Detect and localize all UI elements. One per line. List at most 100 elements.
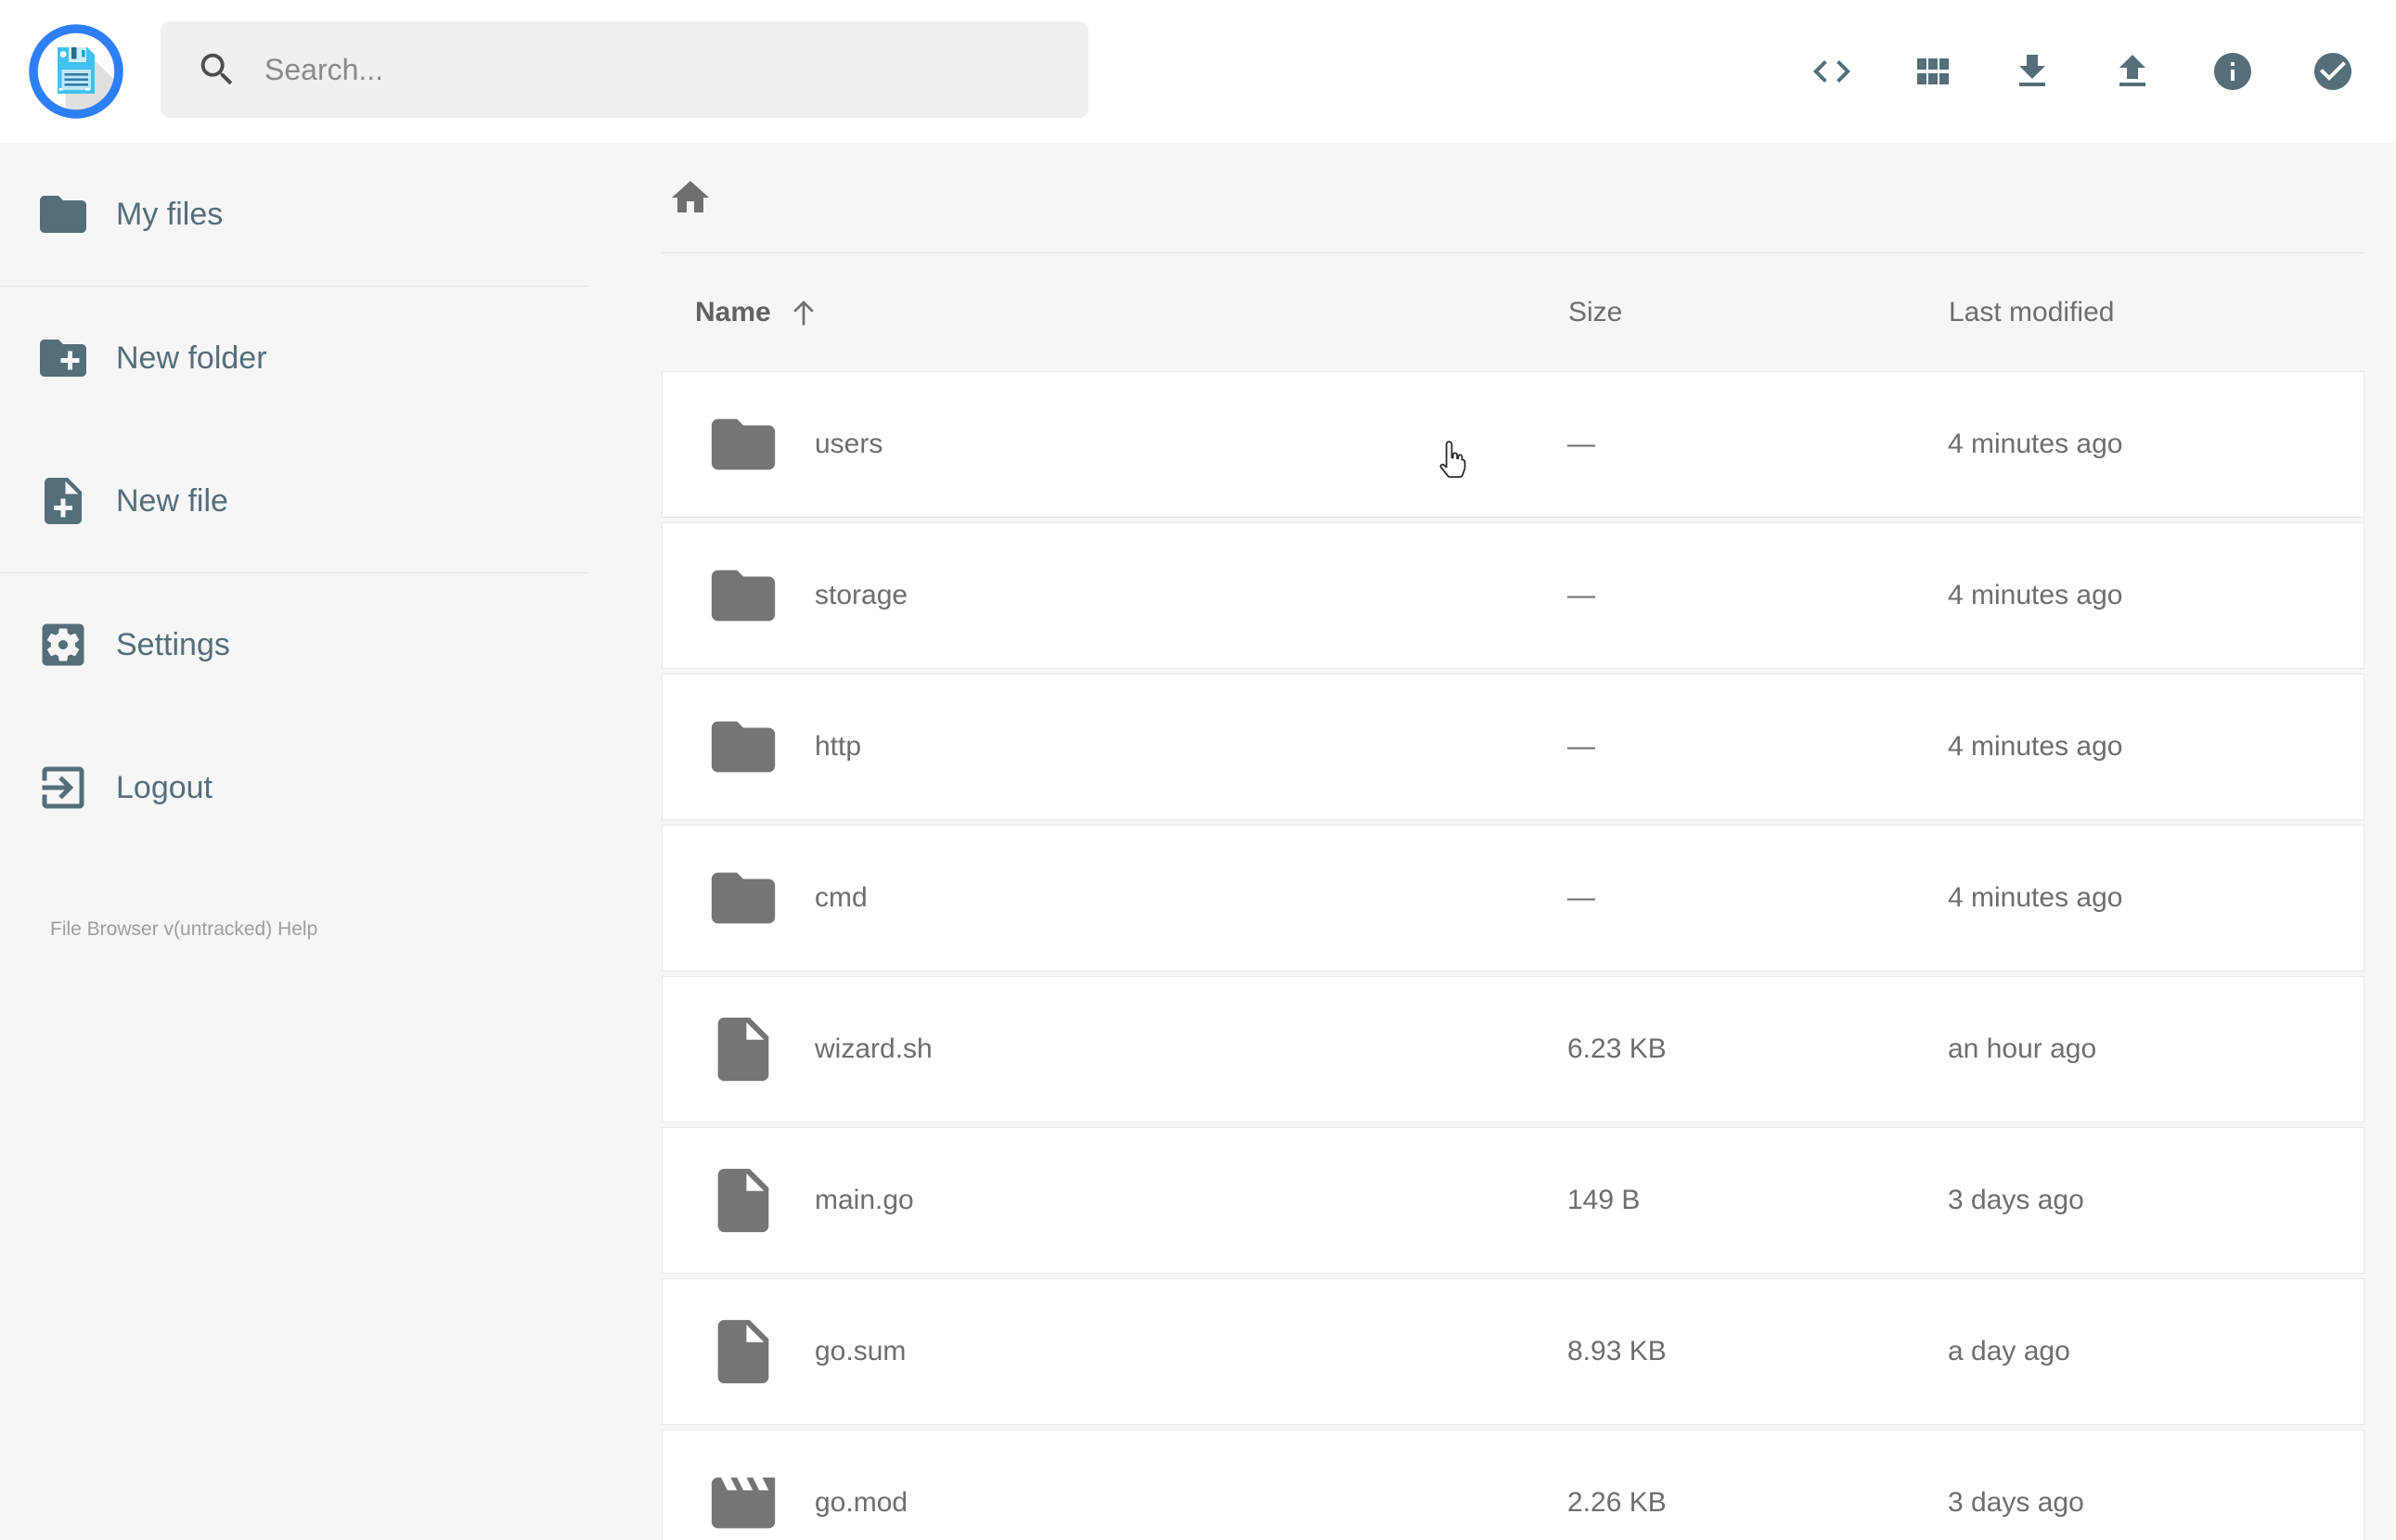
file-name-cell: storage <box>663 558 1567 634</box>
version-link[interactable]: File Browser v(untracked) <box>50 915 272 944</box>
listing-header: Name Size Last modified <box>662 253 2364 371</box>
sidebar-item-label: My files <box>116 196 224 232</box>
folder-icon <box>705 558 781 634</box>
file-name: go.sum <box>815 1336 907 1367</box>
file-name: wizard.sh <box>815 1033 933 1064</box>
file-row-users[interactable]: users — 4 minutes ago <box>662 371 2364 518</box>
file-size: 149 B <box>1567 1185 1641 1215</box>
file-name: http <box>815 731 862 762</box>
sidebar-item-label: New file <box>116 482 228 519</box>
sidebar-nav: My files New folder New file Settings Lo… <box>0 143 609 859</box>
settings-icon <box>35 617 91 673</box>
file-name-cell: main.go <box>663 1162 1567 1238</box>
select-multiple-button[interactable] <box>2311 49 2355 94</box>
file-row-http[interactable]: http — 4 minutes ago <box>662 674 2364 820</box>
file-modified: 4 minutes ago <box>1948 580 2123 610</box>
search-icon <box>196 48 238 91</box>
column-header-size[interactable]: Size <box>1568 297 1949 328</box>
search-input[interactable] <box>264 52 1044 87</box>
file-name-cell: users <box>663 406 1567 482</box>
sidebar-item-new-file[interactable]: New file <box>0 430 609 572</box>
file-name-cell: cmd <box>663 860 1567 936</box>
info-button[interactable] <box>2210 49 2255 94</box>
folder-icon <box>705 406 781 482</box>
file-name: main.go <box>815 1185 914 1215</box>
sidebar-item-logout[interactable]: Logout <box>0 716 609 859</box>
folder-icon <box>35 186 91 242</box>
file-row-main-go[interactable]: main.go 149 B 3 days ago <box>662 1127 2364 1274</box>
newfile-icon <box>35 473 91 529</box>
file-name-cell: go.sum <box>663 1314 1567 1390</box>
folder-icon <box>705 709 781 785</box>
search-bar[interactable] <box>161 21 1089 118</box>
app-logo[interactable] <box>28 23 124 120</box>
info-icon <box>2210 49 2255 94</box>
grid-icon <box>1910 49 1954 94</box>
newfolder-icon <box>35 330 91 386</box>
download-button[interactable] <box>2010 49 2055 94</box>
home-icon <box>668 175 713 220</box>
file-icon <box>705 1314 781 1390</box>
file-modified: 3 days ago <box>1948 1185 2084 1215</box>
file-modified: 4 minutes ago <box>1948 429 2123 459</box>
upload-button[interactable] <box>2110 49 2155 94</box>
file-size: 6.23 KB <box>1567 1033 1667 1064</box>
sidebar-credits: File Browser v(untracked) Help <box>0 915 609 944</box>
file-size: — <box>1567 882 1595 913</box>
upload-icon <box>2110 49 2155 94</box>
help-link[interactable]: Help <box>277 915 317 944</box>
file-size: 2.26 KB <box>1567 1487 1667 1518</box>
shell-button[interactable] <box>1810 49 1854 94</box>
filebrowser-app: My files New folder New file Settings Lo… <box>0 0 2396 1540</box>
column-header-modified[interactable]: Last modified <box>1949 297 2364 328</box>
file-name-cell: go.mod <box>663 1465 1567 1540</box>
file-size: — <box>1567 731 1595 762</box>
file-name: cmd <box>815 882 868 913</box>
file-list: users — 4 minutes ago storage — 4 minute… <box>662 371 2364 1540</box>
download-icon <box>2010 49 2055 94</box>
file-name-cell: http <box>663 709 1567 785</box>
file-row-wizard-sh[interactable]: wizard.sh 6.23 KB an hour ago <box>662 976 2364 1123</box>
sidebar-item-label: Logout <box>116 769 213 805</box>
main-content: Name Size Last modified users — 4 minute… <box>609 143 2396 1540</box>
file-modified: 3 days ago <box>1948 1487 2084 1518</box>
logout-icon <box>35 760 91 815</box>
sidebar-item-settings[interactable]: Settings <box>0 573 609 716</box>
file-name-cell: wizard.sh <box>663 1011 1567 1087</box>
switch-view-button[interactable] <box>1910 49 1954 94</box>
file-modified: 4 minutes ago <box>1948 882 2123 913</box>
file-modified: an hour ago <box>1948 1033 2097 1064</box>
breadcrumb <box>662 143 2364 253</box>
sidebar-item-my-files[interactable]: My files <box>0 143 609 286</box>
sidebar-item-label: New folder <box>116 340 267 376</box>
sidebar-item-label: Settings <box>116 626 230 662</box>
file-row-go-mod[interactable]: go.mod 2.26 KB 3 days ago <box>662 1430 2364 1540</box>
file-row-storage[interactable]: storage — 4 minutes ago <box>662 522 2364 669</box>
app-body: My files New folder New file Settings Lo… <box>0 143 2396 1540</box>
header-actions <box>1810 49 2355 94</box>
home-button[interactable] <box>668 175 713 220</box>
file-name: go.mod <box>815 1487 908 1518</box>
sort-ascending-icon <box>786 295 821 330</box>
file-icon <box>705 1011 781 1087</box>
file-size: — <box>1567 429 1595 459</box>
column-name-label: Name <box>695 296 771 327</box>
column-header-name[interactable]: Name <box>662 295 1568 330</box>
file-row-go-sum[interactable]: go.sum 8.93 KB a day ago <box>662 1278 2364 1425</box>
file-name: storage <box>815 580 908 610</box>
file-icon <box>705 1162 781 1238</box>
file-size: — <box>1567 580 1595 610</box>
header <box>0 0 2396 143</box>
movie-icon <box>705 1465 781 1540</box>
sidebar: My files New folder New file Settings Lo… <box>0 143 609 1540</box>
folder-icon <box>705 860 781 936</box>
file-modified: a day ago <box>1948 1336 2070 1367</box>
file-modified: 4 minutes ago <box>1948 731 2123 762</box>
sidebar-item-new-folder[interactable]: New folder <box>0 287 609 430</box>
filebrowser-logo-icon <box>29 24 123 119</box>
code-icon <box>1810 49 1854 94</box>
check-icon <box>2311 49 2355 94</box>
file-name: users <box>815 429 883 459</box>
file-row-cmd[interactable]: cmd — 4 minutes ago <box>662 825 2364 971</box>
file-size: 8.93 KB <box>1567 1336 1667 1367</box>
